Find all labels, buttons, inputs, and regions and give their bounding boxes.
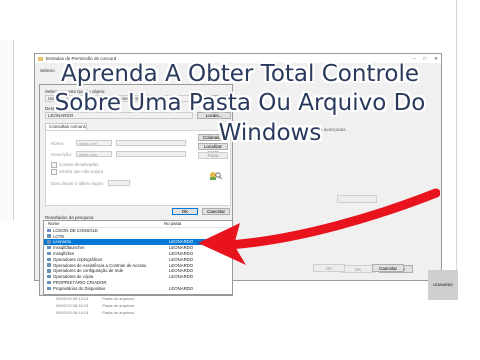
background-file-row[interactable]: 09/02/19 08:16:13 Pasta de arquivos (56, 303, 134, 308)
result-name: Operadores criptográficos (53, 256, 103, 262)
file-type: Pasta de arquivos (102, 303, 135, 308)
file-date: 09/02/19 09:13:13 (56, 296, 89, 301)
user-group-icon (47, 234, 51, 238)
user-group-icon (47, 245, 51, 250)
background-file-row[interactable]: 09/02/19 08:14:13 Pasta de arquivos (56, 310, 134, 315)
user-group-icon (47, 228, 51, 233)
result-name: mssqlfdlauncher (53, 245, 85, 251)
window-icon (38, 56, 43, 61)
result-folder: LEONARDO (169, 285, 194, 291)
file-type: Pasta de arquivos (102, 310, 135, 315)
result-name: Operadores de configuração de rede (53, 268, 124, 274)
result-row[interactable]: Proprietários do Dispositivo LEONARDO (44, 286, 232, 292)
search-person-icon (208, 171, 222, 181)
user-group-icon (47, 280, 51, 285)
disabled-accounts-checkbox[interactable]: Contas desativadas (51, 162, 99, 168)
file-type: Pasta de arquivos (102, 296, 135, 301)
days-label: Dias desde o último logon: (51, 181, 105, 186)
stop-button[interactable]: Parar (198, 152, 228, 159)
user-group-icon (47, 269, 51, 273)
checkbox-icon (51, 162, 57, 168)
user-group-icon (47, 240, 51, 244)
description-mode-select[interactable]: Inicia com (76, 151, 112, 157)
user-group-icon (47, 263, 51, 267)
file-date: 09/02/19 08:14:13 (56, 310, 89, 315)
file-date: 09/02/19 08:16:13 (56, 303, 89, 308)
background-window-right-edge (456, 0, 457, 300)
checkbox-icon (51, 169, 57, 175)
result-name: LOTE (53, 233, 65, 239)
description-mode-value: Inicia com (79, 152, 98, 157)
result-name: PROPRIETÁRIO CRIADOR (53, 279, 107, 285)
days-select[interactable] (108, 180, 130, 186)
result-name: Operadores de Assistência a Controle de … (53, 262, 147, 268)
non-expiring-label: Senha que não expira (59, 169, 104, 175)
red-arrow-icon (198, 188, 440, 265)
result-name: Proprietários do Dispositivo (53, 285, 106, 291)
headline-line-1: Aprenda A Obter Total Controle (60, 61, 420, 87)
disabled-accounts-label: Contas desativadas (59, 162, 99, 168)
headline-line-3: Windows (218, 120, 322, 146)
result-name: mssqlfxlien (53, 250, 75, 256)
column-name-header[interactable]: Nome (44, 221, 164, 226)
user-group-icon (47, 286, 51, 291)
result-name: Leonardo (53, 239, 72, 245)
background-file-row[interactable]: 09/02/19 09:13:13 Pasta de arquivos (56, 296, 134, 301)
result-name: LOGON DE CONSOLE (53, 227, 98, 233)
user-group-icon (47, 274, 51, 279)
result-name: Operadores de cópia (53, 274, 94, 280)
non-expiring-checkbox[interactable]: Senha que não expira (51, 169, 103, 175)
user-group-icon (47, 251, 51, 256)
description-input[interactable] (116, 151, 186, 157)
description-label: Descrição: (51, 152, 73, 157)
background-file-list: 09/02/19 09:13:13 Pasta de arquivos 09/02/… (50, 296, 170, 326)
column-folder-header[interactable]: No pasta (164, 221, 181, 226)
user-group-icon (47, 257, 51, 262)
headline-line-2: Sobre Uma Pasta Ou Arquivo Do (54, 90, 426, 116)
